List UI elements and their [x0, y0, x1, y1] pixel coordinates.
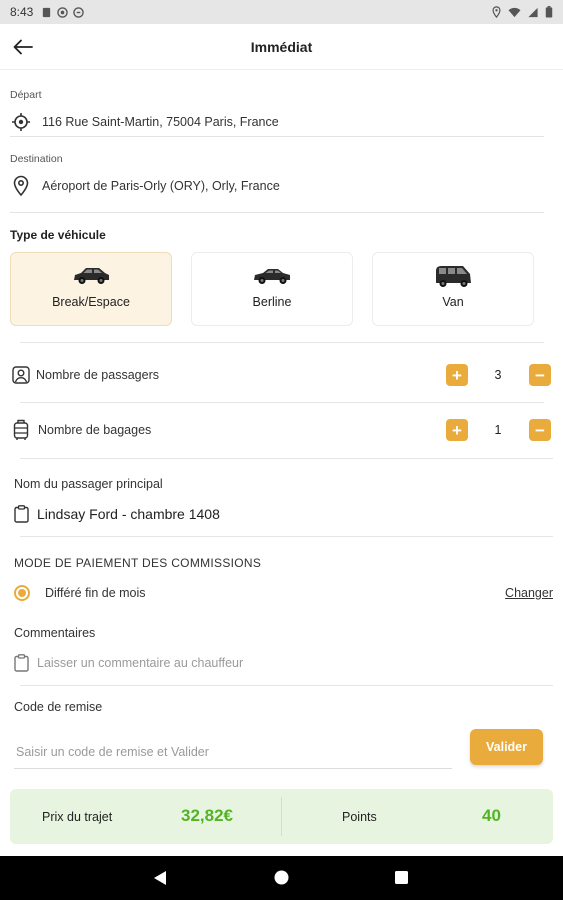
comment-field: [14, 651, 553, 675]
vpn-icon: [57, 6, 69, 18]
target-icon: [10, 111, 32, 133]
location-status-icon: [492, 6, 501, 18]
status-time: 8:43: [10, 5, 34, 19]
location-pin-icon: [10, 175, 32, 197]
main-passenger-value: Lindsay Ford - chambre 1408: [37, 506, 220, 522]
radio-selected-dot: [18, 589, 26, 597]
summary-divider: [281, 797, 282, 836]
battery-icon: [545, 6, 553, 18]
luggage-increment-button[interactable]: +: [446, 419, 468, 441]
divider: [20, 685, 553, 686]
wifi-icon: [508, 7, 521, 17]
passengers-row: Nombre de passagers + 3 −: [10, 355, 553, 395]
vehicle-option-label: Van: [442, 295, 464, 309]
divider: [20, 402, 544, 403]
status-bar: 8:43: [0, 0, 563, 24]
vehicle-option-label: Break/Espace: [52, 295, 130, 309]
departure-address: 116 Rue Saint-Martin, 75004 Paris, Franc…: [42, 114, 279, 129]
passengers-decrement-button[interactable]: −: [529, 364, 551, 386]
luggage-row: Nombre de bagages + 1 −: [10, 410, 553, 450]
sync-icon: [73, 6, 85, 18]
signal-icon: [528, 7, 538, 17]
points-label: Points: [342, 810, 377, 824]
clipboard-icon: [14, 505, 29, 523]
divider: [20, 458, 553, 459]
departure-label: Départ: [10, 89, 42, 101]
change-payment-link[interactable]: Changer: [505, 586, 553, 600]
comment-input[interactable]: [37, 656, 517, 670]
van-icon: [436, 266, 471, 287]
payment-option-label: Différé fin de mois: [45, 586, 146, 600]
passengers-increment-button[interactable]: +: [446, 364, 468, 386]
vehicle-option-label: Berline: [252, 295, 292, 309]
car-icon: [74, 268, 109, 284]
nav-recents-icon[interactable]: [395, 871, 408, 884]
car-icon: [254, 269, 290, 284]
back-button[interactable]: [10, 34, 36, 60]
destination-field[interactable]: Aéroport de Paris-Orly (ORY), Orly, Fran…: [10, 171, 544, 213]
price-label: Prix du trajet: [42, 810, 113, 824]
payment-mode-title: MODE DE PAIEMENT DES COMMISSIONS: [14, 556, 262, 570]
system-nav-bar: [0, 856, 563, 900]
passengers-count: 3: [494, 368, 502, 382]
luggage-count: 1: [494, 423, 502, 437]
payment-option-row: Différé fin de mois Changer: [14, 582, 553, 604]
luggage-icon: [10, 419, 32, 441]
vehicle-option-break[interactable]: Break/Espace: [10, 252, 172, 326]
passengers-label: Nombre de passagers: [36, 368, 159, 382]
nav-home-icon[interactable]: [274, 870, 289, 885]
discount-code-label: Code de remise: [14, 700, 103, 714]
main-passenger-label: Nom du passager principal: [14, 477, 163, 491]
app-bar: Immédiat: [0, 24, 563, 70]
departure-field[interactable]: 116 Rue Saint-Martin, 75004 Paris, Franc…: [10, 107, 544, 137]
back-arrow-icon: [13, 39, 33, 55]
validate-button[interactable]: Valider: [470, 729, 543, 765]
vehicle-type-title: Type de véhicule: [10, 228, 106, 242]
storage-icon: [43, 7, 51, 17]
destination-label: Destination: [10, 153, 63, 165]
luggage-label: Nombre de bagages: [38, 423, 152, 437]
divider: [20, 536, 553, 537]
page-title: Immédiat: [250, 38, 313, 55]
nav-back-icon[interactable]: [153, 870, 167, 886]
main-passenger-field[interactable]: Lindsay Ford - chambre 1408: [14, 503, 220, 525]
price-summary: Prix du trajet 32,82€ Points 40: [10, 789, 553, 844]
destination-address: Aéroport de Paris-Orly (ORY), Orly, Fran…: [42, 179, 280, 193]
user-icon: [10, 364, 32, 386]
discount-code-input[interactable]: [14, 735, 452, 769]
divider: [20, 342, 544, 343]
payment-option-radio[interactable]: [14, 585, 30, 601]
clipboard-icon: [14, 654, 29, 672]
luggage-decrement-button[interactable]: −: [529, 419, 551, 441]
points-value: 40: [482, 806, 501, 825]
comments-label: Commentaires: [14, 626, 96, 640]
price-value: 32,82€: [181, 806, 233, 825]
vehicle-option-berline[interactable]: Berline: [191, 252, 353, 326]
vehicle-option-van[interactable]: Van: [372, 252, 534, 326]
